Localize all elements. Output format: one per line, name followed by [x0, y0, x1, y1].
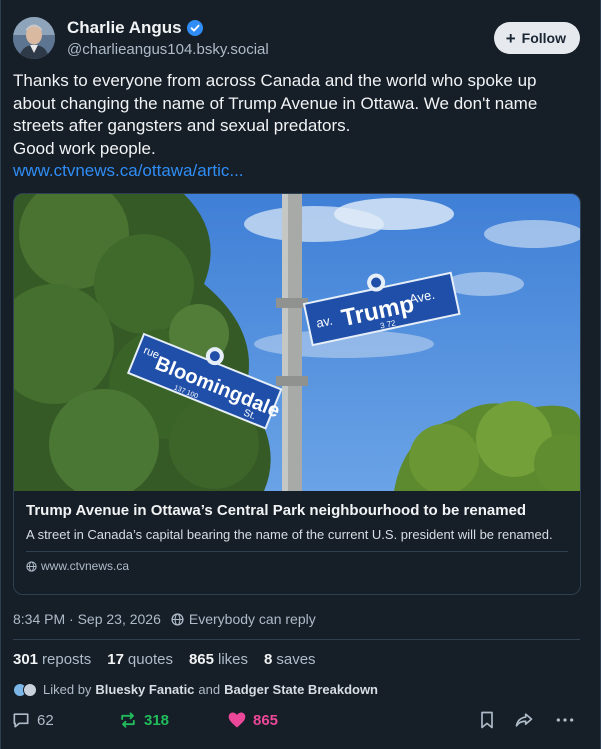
saves-stat[interactable]: 8 saves [264, 651, 316, 668]
like-count: 865 [253, 711, 279, 729]
follow-button[interactable]: + Follow [493, 22, 580, 54]
author-handle[interactable]: @charlieangus104.bsky.social [67, 41, 269, 58]
link-preview-card[interactable]: av. Trump Ave. 3 72 rue Bloomingdale St.… [13, 193, 581, 595]
post-text-line: Good work people. [13, 138, 156, 158]
post-text-line: about changing the name of Trump Avenue … [13, 93, 538, 113]
verified-badge-icon [186, 20, 203, 36]
liked-by-avatars [13, 682, 37, 697]
post-actions: 62 318 865 [11, 710, 580, 734]
reply-icon [13, 713, 29, 728]
post-text-line: Thanks to everyone from across Canada an… [13, 71, 537, 90]
card-body: Trump Avenue in Ottawa’s Central Park ne… [14, 491, 580, 573]
more-icon [556, 718, 574, 722]
plus-icon: + [505, 28, 516, 48]
share-icon [515, 713, 533, 727]
avatar[interactable] [13, 17, 55, 59]
avatar [23, 682, 37, 697]
like-button[interactable]: 865 [227, 710, 278, 730]
follow-button-label: Follow [521, 30, 566, 46]
reply-setting-text: Everybody can reply [188, 611, 316, 627]
bookmark-icon [481, 711, 493, 729]
liked-by-user-1[interactable]: Bluesky Fanatic [95, 682, 194, 697]
reply-count: 62 [37, 711, 54, 729]
post-timestamp[interactable]: 8:34 PM · Sep 23, 2026 [13, 611, 161, 627]
reply-setting-icon [171, 612, 184, 626]
likes-stat[interactable]: 865 likes [189, 651, 248, 668]
post-header: Charlie Angus @charlieangus104.bsky.soci… [13, 16, 580, 60]
heart-icon [228, 712, 246, 728]
bookmark-button[interactable] [477, 710, 497, 730]
card-title: Trump Avenue in Ottawa’s Central Park ne… [26, 502, 527, 519]
post-text: Thanks to everyone from across Canada an… [13, 70, 583, 183]
repost-icon [121, 712, 135, 728]
liked-by-user-2[interactable]: Badger State Breakdown [224, 682, 378, 697]
card-domain: www.ctvnews.ca [26, 552, 568, 573]
repost-count: 318 [144, 711, 170, 729]
card-description: A street in Canada’s capital bearing the… [26, 527, 553, 542]
post-meta: 8:34 PM · Sep 23, 2026 Everybody can rep… [13, 611, 316, 627]
liked-by-prefix: Liked by [43, 682, 92, 697]
post-text-line: streets after gangsters and sexual preda… [13, 116, 351, 135]
repost-button[interactable]: 318 [118, 710, 169, 730]
post-thread-view: Charlie Angus @charlieangus104.bsky.soci… [0, 0, 601, 749]
share-button[interactable] [513, 710, 535, 730]
engagement-stats: 301 reposts 17 quotes 865 likes 8 saves [13, 651, 316, 668]
quotes-stat[interactable]: 17 quotes [107, 651, 173, 668]
liked-by-conjunction: and [198, 682, 221, 697]
author-names: Charlie Angus @charlieangus104.bsky.soci… [67, 18, 269, 58]
card-domain-text: www.ctvnews.ca [41, 559, 130, 573]
reply-button[interactable]: 62 [11, 710, 54, 730]
liked-by-row[interactable]: Liked by Bluesky Fanatic and Badger Stat… [13, 682, 382, 697]
reposts-stat[interactable]: 301 reposts [13, 651, 91, 668]
post-link[interactable]: www.ctvnews.ca/ottawa/artic... [13, 160, 583, 183]
author-display-name[interactable]: Charlie Angus [67, 18, 182, 38]
divider [13, 639, 580, 640]
globe-icon [26, 560, 37, 572]
card-thumbnail-image: av. Trump Ave. 3 72 rue Bloomingdale St.… [14, 194, 580, 491]
more-options-button[interactable] [555, 710, 575, 730]
